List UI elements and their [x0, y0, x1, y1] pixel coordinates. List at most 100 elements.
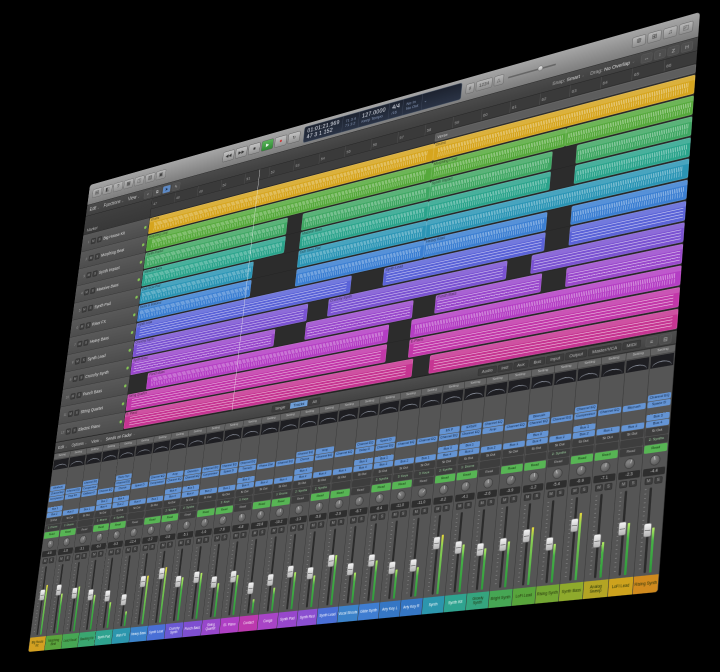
- channel-name-label[interactable]: Synth Kit: [443, 593, 467, 613]
- channel-solo-button[interactable]: S: [337, 518, 345, 526]
- pan-knob[interactable]: [438, 483, 449, 495]
- channel-solo-button[interactable]: S: [628, 479, 638, 487]
- mute-button[interactable]: M: [81, 305, 88, 313]
- channel-name-label[interactable]: Synth Lead: [316, 606, 339, 625]
- channel-name-label[interactable]: Backing Kit: [77, 631, 96, 648]
- channel-mute-button[interactable]: M: [594, 483, 604, 492]
- channel-mute-button[interactable]: M: [412, 508, 420, 516]
- pan-knob[interactable]: [112, 529, 121, 540]
- tuner-button[interactable]: ♯: [465, 82, 475, 95]
- channel-name-label[interactable]: Synth Bass: [558, 581, 584, 602]
- mute-button[interactable]: M: [72, 375, 78, 382]
- pan-knob[interactable]: [649, 453, 661, 466]
- channel-solo-button[interactable]: S: [202, 536, 210, 543]
- fader-thumb[interactable]: [544, 536, 554, 552]
- channel-solo-button[interactable]: S: [81, 552, 88, 559]
- count-in-button[interactable]: 1234: [475, 77, 493, 92]
- pan-knob[interactable]: [146, 525, 156, 535]
- solo-button[interactable]: S: [81, 356, 87, 364]
- channel-solo-button[interactable]: S: [97, 550, 104, 557]
- channel-solo-button[interactable]: S: [258, 528, 266, 536]
- channel-name-label[interactable]: Growly Synth: [465, 591, 490, 611]
- channel-name-label[interactable]: Crunchy Synth: [164, 622, 184, 640]
- stop-button[interactable]: ■: [247, 141, 261, 156]
- filter-bus[interactable]: Bus: [529, 356, 546, 367]
- inspector-icon[interactable]: ◧: [102, 183, 113, 196]
- pan-knob[interactable]: [528, 470, 540, 483]
- channel-name-label[interactable]: LoFi Lead: [607, 576, 634, 597]
- pan-knob[interactable]: [218, 514, 228, 526]
- solo-button[interactable]: S: [71, 426, 78, 434]
- pan-knob[interactable]: [129, 527, 138, 538]
- channel-solo-button[interactable]: S: [532, 492, 541, 500]
- pan-knob[interactable]: [62, 536, 71, 547]
- channel-solo-button[interactable]: S: [114, 548, 121, 555]
- channel-mute-button[interactable]: M: [42, 557, 49, 565]
- fader-thumb[interactable]: [475, 542, 485, 557]
- fader-thumb[interactable]: [642, 522, 652, 538]
- solo-button[interactable]: S: [90, 287, 96, 294]
- channel-mute-button[interactable]: M: [270, 527, 278, 535]
- master-volume-slider[interactable]: [507, 63, 556, 79]
- channel-name-label[interactable]: Morphing Beat: [44, 634, 63, 651]
- mixer-view-tracks[interactable]: Tracks: [289, 399, 309, 410]
- channel-name-label[interactable]: Heavy Bass: [128, 625, 148, 643]
- channel-solo-button[interactable]: S: [509, 495, 518, 503]
- filter-output[interactable]: Output: [564, 349, 588, 361]
- duplicate-track-button[interactable]: ⧉: [152, 186, 162, 197]
- record-button[interactable]: ●: [274, 134, 288, 149]
- auto-zoom-button[interactable]: Z: [667, 44, 680, 57]
- library-icon[interactable]: ▤: [91, 186, 103, 199]
- mute-button[interactable]: M: [70, 392, 76, 400]
- mixer-panel-icon[interactable]: ⊟: [659, 332, 672, 345]
- filter-aux[interactable]: Aux: [512, 359, 529, 370]
- pan-knob[interactable]: [575, 464, 587, 476]
- solo-button[interactable]: S: [92, 269, 98, 277]
- channel-solo-button[interactable]: S: [486, 498, 495, 506]
- fader-thumb[interactable]: [522, 528, 531, 543]
- channel-mute-button[interactable]: M: [570, 486, 579, 495]
- channel-mute-button[interactable]: M: [251, 529, 259, 537]
- fader-thumb[interactable]: [246, 582, 255, 595]
- note-pads-icon[interactable]: ⊞: [647, 29, 662, 45]
- channel-solo-button[interactable]: S: [149, 543, 156, 550]
- pan-knob[interactable]: [46, 539, 55, 549]
- channel-mute-button[interactable]: M: [456, 502, 464, 510]
- pan-knob[interactable]: [624, 457, 636, 470]
- solo-button[interactable]: S: [85, 321, 92, 329]
- smart-controls-icon[interactable]: ◫: [133, 174, 145, 187]
- mute-button[interactable]: M: [83, 288, 90, 296]
- pan-knob[interactable]: [599, 460, 611, 473]
- pan-knob[interactable]: [256, 509, 265, 520]
- channel-name-label[interactable]: Synth Lead: [146, 624, 166, 641]
- channel-solo-button[interactable]: S: [64, 554, 71, 562]
- solo-button[interactable]: S: [94, 252, 101, 260]
- channel-name-label[interactable]: Rising Synth: [632, 574, 659, 595]
- pan-knob[interactable]: [460, 480, 471, 492]
- channel-name-label[interactable]: Arty Key L: [378, 600, 401, 619]
- channel-name-label[interactable]: Rising Synth: [535, 584, 560, 604]
- quick-help-icon[interactable]: ?: [112, 180, 124, 193]
- channel-solo-button[interactable]: S: [184, 538, 192, 546]
- channel-solo-button[interactable]: S: [378, 512, 386, 520]
- channel-solo-button[interactable]: S: [278, 526, 285, 534]
- mixer-list-icon[interactable]: ≡: [645, 335, 659, 348]
- channel-mute-button[interactable]: M: [195, 537, 203, 544]
- fader-thumb[interactable]: [498, 537, 508, 552]
- collapse-button[interactable]: H: [680, 40, 694, 53]
- channel-mute-button[interactable]: M: [91, 551, 98, 558]
- fader-thumb[interactable]: [266, 573, 275, 587]
- channel-name-label[interactable]: Punch Bass: [182, 620, 203, 638]
- channel-name-label[interactable]: String Quartet: [200, 618, 221, 636]
- solo-button[interactable]: S: [83, 338, 89, 346]
- toolbar-icon[interactable]: ▦: [123, 178, 134, 190]
- browsers-icon[interactable]: ◰: [678, 20, 694, 36]
- fader-thumb[interactable]: [570, 517, 579, 533]
- cycle-button[interactable]: ↻: [287, 130, 301, 145]
- channel-solo-button[interactable]: S: [357, 515, 365, 523]
- pan-knob[interactable]: [552, 467, 563, 480]
- editors-icon[interactable]: ▣: [155, 168, 167, 181]
- lcd-signature-section[interactable]: 4/4 /16: [388, 99, 405, 119]
- channel-mute-button[interactable]: M: [160, 542, 167, 549]
- channel-name-label[interactable]: Big House Kit: [28, 636, 47, 652]
